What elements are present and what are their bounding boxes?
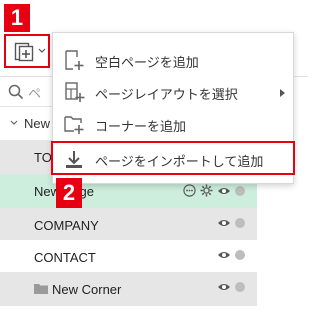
menu-item-import-page[interactable]: ページをインポートして追加 <box>51 141 295 175</box>
menu-item-add-corner[interactable]: コーナーを追加 <box>53 109 293 139</box>
visible-eye-icon[interactable] <box>217 218 231 228</box>
menu-item-label: コーナーを追加 <box>95 120 187 135</box>
search-icon <box>8 84 24 100</box>
menu-item-label: ページレイアウトを選択 <box>95 88 238 103</box>
layout-add-icon <box>65 82 85 102</box>
status-dot <box>235 218 245 228</box>
menu-item-select-layout[interactable]: ページレイアウトを選択 <box>53 77 293 107</box>
row-label: COMPANY <box>34 218 99 233</box>
search-placeholder: ペ <box>28 87 42 102</box>
chevron-down-icon <box>38 48 46 53</box>
status-dot <box>235 250 245 260</box>
import-icon <box>66 151 82 168</box>
blank-page-add-icon <box>65 50 84 70</box>
row-label: CONTACT <box>34 250 96 265</box>
row-label: New Corner <box>52 282 122 297</box>
submenu-arrow-icon <box>280 89 285 97</box>
menu-item-label: 空白ページを追加 <box>95 56 199 71</box>
menu-item-label: ページをインポートして追加 <box>95 155 264 170</box>
tree-row-contact[interactable]: CONTACT <box>0 240 257 274</box>
step-badge-2: 2 <box>56 178 82 208</box>
visible-eye-icon[interactable] <box>217 250 231 260</box>
tree-root-label: New <box>24 116 51 131</box>
status-dot <box>235 185 245 196</box>
menu-item-add-blank-page[interactable]: 空白ページを追加 <box>53 45 293 75</box>
tree-row-company[interactable]: COMPANY <box>0 208 257 242</box>
search-input[interactable]: ペ <box>0 78 57 107</box>
gear-icon[interactable] <box>200 184 213 197</box>
add-page-icon <box>14 42 34 62</box>
chevron-down-icon <box>10 120 18 125</box>
visible-eye-icon[interactable] <box>217 186 231 196</box>
visible-eye-icon[interactable] <box>217 282 231 292</box>
add-page-menu: 空白ページを追加 ページレイアウトを選択 コーナーを追加 ページをインポートして… <box>51 32 295 184</box>
folder-icon <box>34 284 48 294</box>
folder-add-icon <box>64 116 84 134</box>
step-badge-1: 1 <box>4 4 30 32</box>
tree-row-new-corner[interactable]: New Corner <box>0 272 257 306</box>
more-icon[interactable] <box>183 184 196 197</box>
row-label: TO <box>34 150 52 165</box>
add-page-button[interactable] <box>4 34 50 68</box>
status-dot <box>235 282 245 292</box>
